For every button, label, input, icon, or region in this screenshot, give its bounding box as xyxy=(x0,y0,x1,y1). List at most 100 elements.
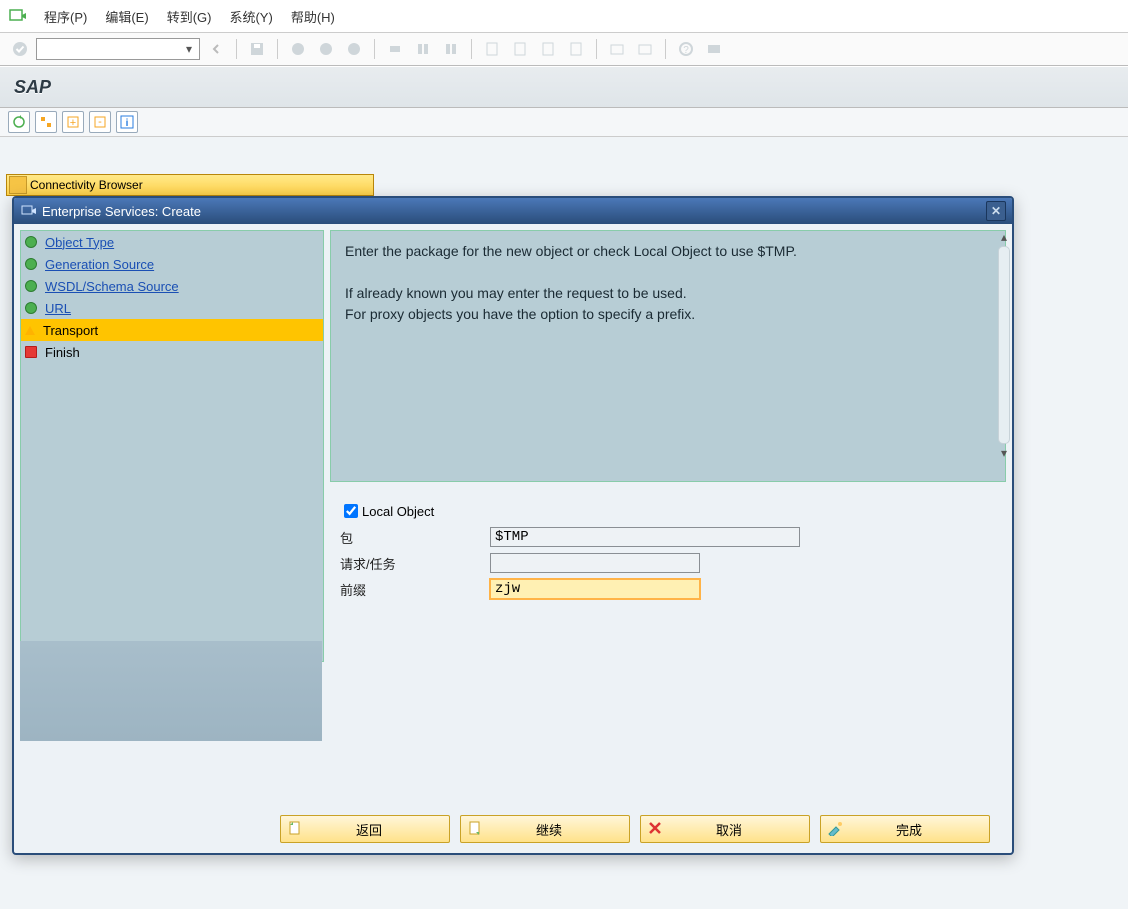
svg-text:i: i xyxy=(126,118,129,129)
step-done-icon xyxy=(25,258,37,270)
menu-system[interactable]: 系统(Y) xyxy=(229,7,272,26)
expand-icon[interactable]: + xyxy=(62,111,84,133)
continue-button[interactable]: 继续 xyxy=(460,815,630,843)
request-label: 请求/任务 xyxy=(340,554,490,573)
request-input[interactable] xyxy=(490,553,700,573)
step-url-label[interactable]: URL xyxy=(45,301,71,316)
step-done-icon xyxy=(25,302,37,314)
command-field[interactable]: ▾ xyxy=(36,38,200,60)
package-input[interactable] xyxy=(490,527,800,547)
local-object-checkbox[interactable] xyxy=(344,504,358,518)
step-current-icon xyxy=(25,326,35,335)
find-next-icon[interactable] xyxy=(439,37,463,61)
info-panel: Enter the package for the new object or … xyxy=(330,230,1006,482)
back-icon[interactable] xyxy=(286,37,310,61)
menu-program[interactable]: 程序(P) xyxy=(44,7,87,26)
menu-help[interactable]: 帮助(H) xyxy=(291,7,335,26)
menu-goto[interactable]: 转到(G) xyxy=(167,7,212,26)
ok-icon[interactable] xyxy=(8,37,32,61)
package-label: 包 xyxy=(340,528,490,547)
tree-icon[interactable] xyxy=(35,111,57,133)
separator xyxy=(665,39,666,59)
dialog-icon xyxy=(20,203,36,219)
scroll-down-icon[interactable]: ▾ xyxy=(997,446,1011,460)
step-generation-source-label[interactable]: Generation Source xyxy=(45,257,154,272)
info-line-3: For proxy objects you have the option to… xyxy=(345,304,991,325)
menu-edit[interactable]: 编辑(E) xyxy=(105,7,148,26)
menu-icon xyxy=(8,7,26,25)
exit-icon[interactable] xyxy=(314,37,338,61)
step-done-icon xyxy=(25,236,37,248)
finish-button[interactable]: 完成 xyxy=(820,815,990,843)
menubar: 程序(P) 编辑(E) 转到(G) 系统(Y) 帮助(H) xyxy=(0,0,1128,33)
info-scrollbar[interactable]: ▴ ▾ xyxy=(996,230,1012,460)
info-icon[interactable]: i xyxy=(116,111,138,133)
main-area: SAP + - i Connectivity Browser Enterpris… xyxy=(0,66,1128,909)
step-done-icon xyxy=(25,280,37,292)
steps-footer-area xyxy=(20,641,322,741)
separator xyxy=(277,39,278,59)
separator xyxy=(236,39,237,59)
request-row: 请求/任务 xyxy=(340,550,1006,576)
prefix-input[interactable] xyxy=(490,579,700,599)
continue-button-label: 继续 xyxy=(491,820,629,839)
dialog-titlebar: Enterprise Services: Create ✕ xyxy=(14,198,1012,224)
dropdown-icon[interactable]: ▾ xyxy=(181,42,197,56)
cancel-button-label: 取消 xyxy=(671,820,809,839)
save-icon[interactable] xyxy=(245,37,269,61)
chevron-left-icon[interactable] xyxy=(204,37,228,61)
print-icon[interactable] xyxy=(383,37,407,61)
toolbar: ▾ ? xyxy=(0,33,1128,66)
step-finish-label: Finish xyxy=(45,345,80,360)
cancel-button[interactable]: 取消 xyxy=(640,815,810,843)
shortcut-icon[interactable] xyxy=(633,37,657,61)
step-wsdl-source-label[interactable]: WSDL/Schema Source xyxy=(45,279,179,294)
step-transport-label: Transport xyxy=(43,323,98,338)
refresh-icon[interactable] xyxy=(8,111,30,133)
step-finish[interactable]: Finish xyxy=(21,341,323,363)
app-title-bar: SAP xyxy=(0,66,1128,108)
dialog-title: Enterprise Services: Create xyxy=(42,204,201,219)
last-page-icon[interactable] xyxy=(564,37,588,61)
find-icon[interactable] xyxy=(411,37,435,61)
wizard-steps: Object Type Generation Source WSDL/Schem… xyxy=(20,230,324,662)
scroll-up-icon[interactable]: ▴ xyxy=(997,230,1011,244)
first-page-icon[interactable] xyxy=(480,37,504,61)
prev-page-icon[interactable] xyxy=(508,37,532,61)
prefix-row: 前缀 xyxy=(340,576,1006,602)
step-generation-source[interactable]: Generation Source xyxy=(21,253,323,275)
connectivity-browser-tab[interactable]: Connectivity Browser xyxy=(6,174,374,196)
back-button[interactable]: 返回 xyxy=(280,815,450,843)
cancel-icon xyxy=(647,820,665,838)
local-object-row: Local Object xyxy=(340,498,1006,524)
new-session-icon[interactable] xyxy=(605,37,629,61)
step-object-type[interactable]: Object Type xyxy=(21,231,323,253)
cancel-icon[interactable] xyxy=(342,37,366,61)
app-toolbar: + - i xyxy=(0,108,1128,137)
dialog-button-bar: 返回 继续 取消 完成 xyxy=(14,815,1012,843)
transport-form: Local Object 包 请求/任务 前缀 xyxy=(330,482,1006,602)
dialog-close-button[interactable]: ✕ xyxy=(986,201,1006,221)
svg-text:-: - xyxy=(98,116,102,128)
step-url[interactable]: URL xyxy=(21,297,323,319)
dialog-enterprise-services-create: Enterprise Services: Create ✕ Object Typ… xyxy=(12,196,1014,855)
back-button-label: 返回 xyxy=(311,820,449,839)
package-row: 包 xyxy=(340,524,1006,550)
step-transport[interactable]: Transport xyxy=(21,319,323,341)
app-title: SAP xyxy=(14,77,51,98)
step-wsdl-source[interactable]: WSDL/Schema Source xyxy=(21,275,323,297)
separator xyxy=(471,39,472,59)
separator xyxy=(374,39,375,59)
finish-icon xyxy=(827,820,845,838)
collapse-icon[interactable]: - xyxy=(89,111,111,133)
scroll-track[interactable] xyxy=(998,246,1010,444)
folder-icon xyxy=(9,176,27,194)
layout-icon[interactable] xyxy=(702,37,726,61)
help-icon[interactable]: ? xyxy=(674,37,698,61)
finish-button-label: 完成 xyxy=(851,820,989,839)
separator xyxy=(596,39,597,59)
page-back-icon xyxy=(287,820,305,838)
connectivity-browser-label: Connectivity Browser xyxy=(30,178,143,192)
next-page-icon[interactable] xyxy=(536,37,560,61)
step-object-type-label[interactable]: Object Type xyxy=(45,235,114,250)
